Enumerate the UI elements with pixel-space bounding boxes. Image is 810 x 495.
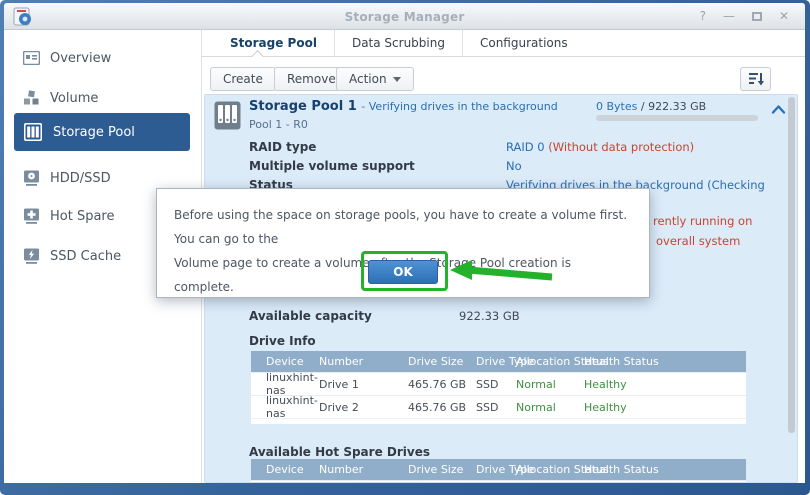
tab-bar: Storage Pool Data Scrubbing Configuratio… — [202, 30, 805, 57]
cell-type: SSD — [476, 401, 516, 414]
close-icon[interactable]: ✕ — [779, 9, 789, 23]
action-button-label: Action — [349, 72, 387, 86]
pool-name: Storage Pool 1 — [249, 99, 357, 114]
cell-health: Healthy — [584, 401, 746, 414]
action-dropdown-button[interactable]: Action — [336, 67, 414, 91]
col-device: Device — [251, 355, 319, 368]
nas-enclosure-icon — [214, 101, 241, 130]
list-sort-descending-icon — [748, 72, 764, 86]
col-allocation-status: Allocation Status — [516, 463, 584, 476]
sort-button[interactable] — [740, 67, 771, 91]
col-drive-type: Drive Type — [476, 355, 516, 368]
pool-title: Storage Pool 1 - Verifying drives in the… — [249, 99, 558, 114]
sidebar-item-hdd-ssd[interactable]: HDD/SSD — [4, 166, 201, 190]
drive-rack-icon — [23, 122, 43, 142]
drive-info-table: Device Number Drive Size Drive Type Allo… — [251, 351, 746, 424]
col-device: Device — [251, 463, 319, 476]
sidebar-item-label: Storage Pool — [53, 125, 135, 140]
cell-size: 465.76 GB — [408, 378, 476, 391]
sidebar-item-overview[interactable]: Overview — [4, 46, 201, 70]
raid-type-main: RAID 0 — [506, 140, 548, 154]
window-frame: Storage Manager ? — ✕ Overview — [0, 0, 810, 495]
chevron-down-icon — [393, 77, 401, 82]
collapse-chevron-icon[interactable] — [771, 104, 786, 115]
id-card-icon — [23, 51, 40, 65]
cell-allocation: Normal — [516, 378, 584, 391]
col-drive-size: Drive Size — [408, 355, 476, 368]
hot-spare-table: Device Number Drive Size Drive Type Allo… — [251, 459, 746, 483]
cell-number: Drive 1 — [319, 378, 408, 391]
pool-subtitle: Pool 1 - R0 — [249, 118, 308, 131]
raid-type-label: RAID type — [249, 140, 316, 154]
toolbar: Create Remove Action — [202, 57, 805, 97]
plus-drive-icon — [23, 208, 40, 224]
create-button[interactable]: Create — [210, 67, 276, 91]
hard-drive-icon — [23, 170, 40, 186]
sidebar-item-label: SSD Cache — [50, 249, 121, 264]
vertical-scrollbar-thumb[interactable] — [788, 97, 795, 433]
col-health-status: Health Status — [584, 463, 746, 476]
sidebar-item-label: Volume — [50, 91, 98, 106]
cubes-icon — [23, 90, 40, 106]
sidebar-item-label: HDD/SSD — [50, 171, 111, 186]
cell-type: SSD — [476, 378, 516, 391]
remove-button-label: Remove — [287, 72, 336, 86]
col-drive-size: Drive Size — [408, 463, 476, 476]
create-button-label: Create — [223, 72, 263, 86]
tab-configurations[interactable]: Configurations — [462, 30, 585, 56]
annotation-arrow-icon — [450, 259, 556, 285]
maximize-icon[interactable] — [752, 12, 762, 21]
col-number: Number — [319, 463, 408, 476]
table-row — [251, 480, 746, 483]
tab-storage-pool[interactable]: Storage Pool — [213, 30, 334, 56]
table-row[interactable]: linuxhint-nas Drive 1 465.76 GB SSD Norm… — [251, 372, 746, 395]
dialog-message-line: Before using the space on storage pools,… — [174, 203, 632, 251]
raid-type-warning: (Without data protection) — [548, 140, 694, 154]
col-allocation-status: Allocation Status — [516, 355, 584, 368]
usage-separator: / — [641, 100, 645, 113]
multi-volume-value: No — [506, 159, 522, 173]
available-capacity-label: Available capacity — [249, 309, 372, 323]
sidebar-item-label: Overview — [50, 51, 111, 66]
cell-number: Drive 2 — [319, 401, 408, 414]
cell-size: 465.76 GB — [408, 401, 476, 414]
available-capacity-value: 922.33 GB — [459, 309, 520, 323]
warning-note-fragment: overall system — [656, 234, 740, 248]
drive-table-header: Device Number Drive Size Drive Type Allo… — [251, 351, 746, 372]
pool-usage: 0 Bytes / 922.33 GB — [596, 100, 706, 113]
window-title: Storage Manager — [4, 10, 805, 24]
cell-health: Healthy — [584, 378, 746, 391]
tab-data-scrubbing[interactable]: Data Scrubbing — [334, 30, 462, 56]
usage-used: 0 Bytes — [596, 100, 637, 113]
drive-info-label: Drive Info — [249, 334, 316, 348]
col-health-status: Health Status — [584, 355, 746, 368]
multi-volume-label: Multiple volume support — [249, 159, 415, 173]
col-number: Number — [319, 355, 408, 368]
hot-spare-label: Available Hot Spare Drives — [249, 445, 430, 459]
lightning-drive-icon — [23, 248, 40, 264]
warning-note-fragment: rently running on — [653, 214, 752, 228]
col-drive-type: Drive Type — [476, 463, 516, 476]
help-icon[interactable]: ? — [700, 9, 706, 23]
cell-device: linuxhint-nas — [251, 394, 319, 420]
titlebar: Storage Manager ? — ✕ — [4, 3, 805, 30]
hot-spare-table-header: Device Number Drive Size Drive Type Allo… — [251, 459, 746, 480]
sidebar-item-label: Hot Spare — [50, 209, 115, 224]
sidebar-item-storage-pool[interactable]: Storage Pool — [14, 113, 190, 151]
minimize-icon[interactable]: — — [723, 9, 735, 23]
pool-status-suffix: - Verifying drives in the background — [361, 100, 557, 113]
sidebar-item-volume[interactable]: Volume — [4, 86, 201, 110]
table-footer — [251, 418, 746, 424]
raid-type-value: RAID 0 (Without data protection) — [506, 140, 694, 154]
annotation-highlight-box — [361, 251, 448, 291]
usage-total: 922.33 GB — [648, 100, 706, 113]
cell-allocation: Normal — [516, 401, 584, 414]
table-row[interactable]: linuxhint-nas Drive 2 465.76 GB SSD Norm… — [251, 395, 746, 418]
usage-progress-bar — [596, 115, 758, 121]
